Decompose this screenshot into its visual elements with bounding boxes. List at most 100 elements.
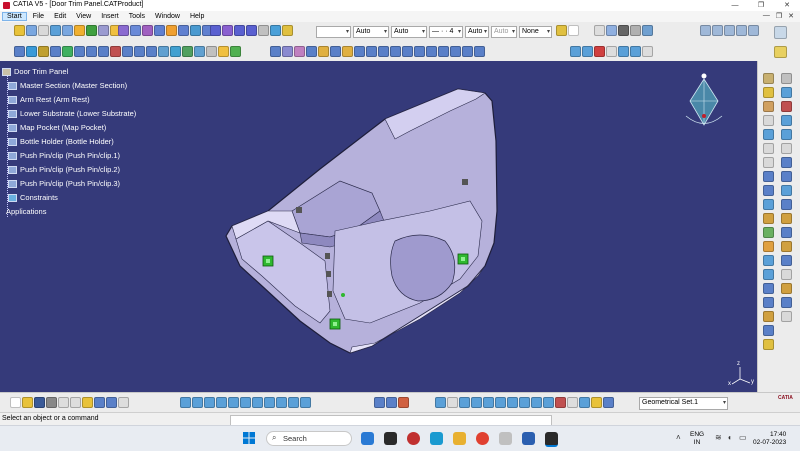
knowledge-icon[interactable] bbox=[642, 25, 653, 36]
media-player-icon[interactable] bbox=[407, 432, 420, 445]
tools-icon-18[interactable] bbox=[781, 311, 792, 322]
tools-icon-17[interactable] bbox=[781, 297, 792, 308]
pan-icon[interactable] bbox=[204, 397, 215, 408]
translate-icon[interactable] bbox=[210, 25, 221, 36]
corner-icon[interactable] bbox=[62, 46, 73, 57]
variable-fillet-icon[interactable] bbox=[342, 46, 353, 57]
clash-icon[interactable] bbox=[483, 397, 494, 408]
store-icon[interactable] bbox=[499, 432, 512, 445]
push-pin-clip-1[interactable] bbox=[262, 255, 274, 267]
windows-start-icon[interactable] bbox=[243, 432, 255, 444]
rotate-view-icon[interactable] bbox=[216, 397, 227, 408]
task-view-icon[interactable] bbox=[384, 432, 397, 445]
pad-icon[interactable] bbox=[74, 25, 85, 36]
wrap-icon[interactable] bbox=[474, 46, 485, 57]
select-icon[interactable] bbox=[26, 25, 37, 36]
boundary-icon[interactable] bbox=[306, 46, 317, 57]
battery-icon[interactable]: ▭ bbox=[739, 433, 747, 442]
plane-icon-r[interactable] bbox=[763, 185, 774, 196]
sphere-icon[interactable] bbox=[86, 25, 97, 36]
tree-item-master-section[interactable]: Master Section (Master Section) bbox=[8, 81, 127, 90]
sweep-icon-r[interactable] bbox=[763, 297, 774, 308]
doc-minimize-button[interactable]: — bbox=[763, 12, 770, 20]
operation-icon[interactable] bbox=[763, 129, 774, 140]
paint-icon[interactable] bbox=[556, 25, 567, 36]
profile-icon[interactable] bbox=[763, 115, 774, 126]
chrome-icon[interactable] bbox=[476, 432, 489, 445]
undo-icon[interactable] bbox=[94, 397, 105, 408]
color-combo[interactable]: ▾ bbox=[316, 26, 351, 38]
workbench-icon[interactable] bbox=[774, 46, 787, 58]
view-mode-icon-4[interactable] bbox=[736, 25, 747, 36]
catalog-browser-icon[interactable] bbox=[398, 397, 409, 408]
close-button[interactable]: ✕ bbox=[774, 0, 800, 11]
sphere-icon-r[interactable] bbox=[763, 255, 774, 266]
view-mode-icon-1[interactable] bbox=[700, 25, 711, 36]
hide-show-icon[interactable] bbox=[288, 397, 299, 408]
layer-combo[interactable]: Auto ▾ bbox=[465, 26, 489, 38]
conic-icon[interactable] bbox=[170, 46, 181, 57]
snap-icon[interactable] bbox=[386, 397, 397, 408]
tools-icon-16[interactable] bbox=[781, 283, 792, 294]
annotation-icon[interactable] bbox=[519, 397, 530, 408]
cut-icon[interactable] bbox=[58, 397, 69, 408]
tools-icon-5[interactable] bbox=[781, 129, 792, 140]
spline-icon-r[interactable] bbox=[763, 213, 774, 224]
repetition-icon[interactable] bbox=[450, 46, 461, 57]
normal-view-icon[interactable] bbox=[252, 397, 263, 408]
tree-item-applications[interactable]: Applications bbox=[6, 207, 46, 216]
transparency-combo[interactable]: Auto ▾ bbox=[353, 26, 389, 38]
polyline-icon[interactable] bbox=[182, 46, 193, 57]
tools-icon-8[interactable] bbox=[781, 171, 792, 182]
tree-item-push-pin-1[interactable]: Push Pin/clip (Push Pin/clip.1) bbox=[8, 151, 120, 160]
menu-help[interactable]: Help bbox=[186, 12, 208, 21]
tools-icon-11[interactable] bbox=[781, 213, 792, 224]
untrim-icon[interactable] bbox=[282, 46, 293, 57]
tools-icon-4[interactable] bbox=[781, 115, 792, 126]
tools-icon-15[interactable] bbox=[781, 269, 792, 280]
zoom-in-icon[interactable] bbox=[228, 397, 239, 408]
plane-icon[interactable] bbox=[146, 46, 157, 57]
push-pin-clip-3[interactable] bbox=[329, 318, 341, 330]
affinity-icon[interactable] bbox=[258, 25, 269, 36]
line-thickness-combo[interactable]: Auto ▾ bbox=[391, 26, 427, 38]
curve-analysis-icon[interactable] bbox=[582, 46, 593, 57]
multisection-icon[interactable] bbox=[130, 25, 141, 36]
curve-icon[interactable] bbox=[50, 46, 61, 57]
parallel-curve-icon[interactable] bbox=[230, 46, 241, 57]
menu-start[interactable]: Start bbox=[2, 12, 27, 21]
edge-fillet-icon[interactable] bbox=[330, 46, 341, 57]
tree-item-push-pin-3[interactable]: Push Pin/clip (Push Pin/clip.3) bbox=[8, 179, 120, 188]
offset-icon[interactable] bbox=[166, 25, 177, 36]
tools-icon-7[interactable] bbox=[781, 157, 792, 168]
doc-restore-button[interactable]: ❐ bbox=[776, 12, 782, 20]
menu-window[interactable]: Window bbox=[151, 12, 184, 21]
output-feature-icon[interactable] bbox=[763, 101, 774, 112]
menu-tools[interactable]: Tools bbox=[125, 12, 149, 21]
taskbar-search[interactable]: ⌕ Search bbox=[266, 431, 352, 446]
grid-icon[interactable] bbox=[374, 397, 385, 408]
spline-icon[interactable] bbox=[38, 46, 49, 57]
draft-analysis-icon[interactable] bbox=[594, 46, 605, 57]
circle-analysis-icon[interactable] bbox=[618, 46, 629, 57]
boolean-icon[interactable] bbox=[26, 46, 37, 57]
inertia-icon[interactable] bbox=[435, 397, 446, 408]
mapping-icon[interactable] bbox=[630, 46, 641, 57]
pattern-icon[interactable] bbox=[438, 46, 449, 57]
3d-viewport[interactable]: z y x Door Trim Panel Master Section (Ma… bbox=[0, 61, 757, 392]
measure-item-icon[interactable] bbox=[459, 397, 470, 408]
render-style-combo[interactable]: Auto ▾ bbox=[491, 26, 517, 38]
clock[interactable]: 17:40 02-07-2023 bbox=[753, 431, 786, 447]
join-icon[interactable] bbox=[178, 25, 189, 36]
point-icon-r[interactable] bbox=[763, 157, 774, 168]
redo-icon[interactable] bbox=[106, 397, 117, 408]
connect-icon[interactable] bbox=[74, 46, 85, 57]
extrapolate-icon[interactable] bbox=[402, 46, 413, 57]
view-mode-icon-2[interactable] bbox=[712, 25, 723, 36]
geodesic-icon[interactable] bbox=[642, 46, 653, 57]
paste-icon[interactable] bbox=[82, 397, 93, 408]
save-icon[interactable] bbox=[34, 397, 45, 408]
cylinder-icon-r[interactable] bbox=[763, 269, 774, 280]
doc-close-button[interactable]: ✕ bbox=[788, 12, 794, 20]
extract-icon[interactable] bbox=[270, 25, 281, 36]
